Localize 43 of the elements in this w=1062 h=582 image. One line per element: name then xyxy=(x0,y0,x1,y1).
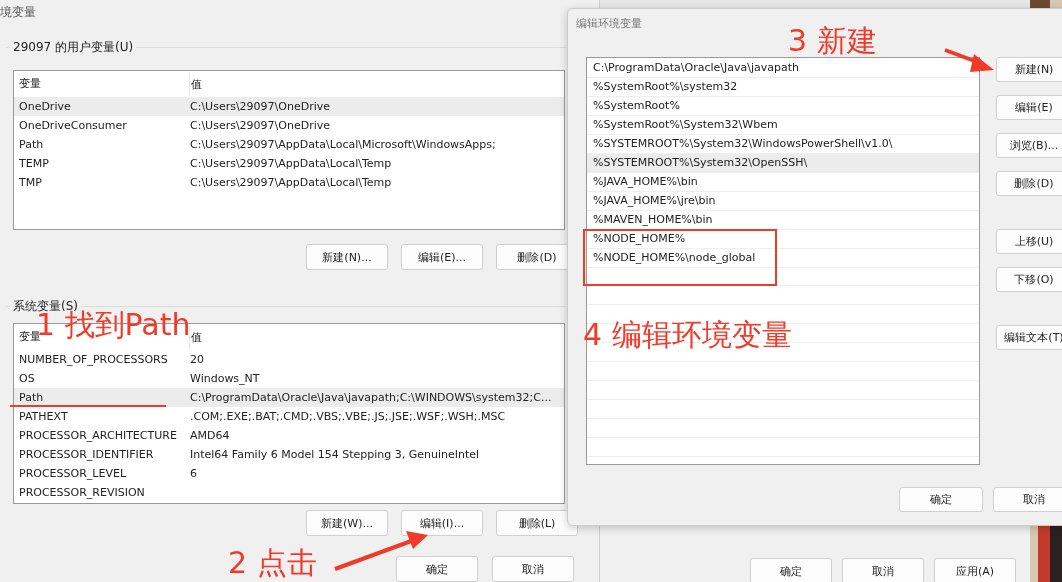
dialog-button[interactable]: 确定 xyxy=(396,556,478,582)
arrow-mark xyxy=(944,48,994,72)
dialog-button[interactable]: 确定 xyxy=(899,487,983,512)
table-row[interactable]: PROCESSOR_IDENTIFIER Intel64 Family 6 Model 154 Stepping 3, GenuineIntel xyxy=(14,445,564,464)
table-row[interactable]: OS Windows_NT xyxy=(14,369,564,388)
dialog-button[interactable]: 编辑(E) xyxy=(996,95,1062,120)
dialog-button[interactable]: 新建(W)... xyxy=(306,510,388,536)
dialog-button[interactable]: 浏览(B)... xyxy=(996,133,1062,158)
column-header: 值 xyxy=(190,329,202,345)
dialog-button[interactable]: 取消 xyxy=(492,556,574,582)
table-row[interactable]: Path C:\Users\29097\AppData\Local\Microsoft\WindowsApps; xyxy=(14,135,564,154)
annotation-text: 4 编辑环境变量 xyxy=(583,320,792,350)
dialog-button[interactable]: 新建(N) xyxy=(996,57,1062,82)
dialog-button[interactable]: 下移(O) xyxy=(996,267,1062,292)
list-item[interactable]: %SYSTEMROOT%\System32\OpenSSH\ xyxy=(587,154,979,173)
table-row[interactable]: TMP C:\Users\29097\AppData\Local\Temp xyxy=(14,173,564,192)
dialog-button[interactable]: 编辑(E)... xyxy=(401,244,483,270)
dialog-button[interactable]: 上移(U) xyxy=(996,229,1062,254)
dialog-button[interactable]: 取消 xyxy=(842,558,924,582)
table-row[interactable]: PROCESSOR_LEVEL 6 xyxy=(14,464,564,483)
table-row[interactable]: OneDrive C:\Users\29097\OneDrive xyxy=(14,97,564,116)
table-row[interactable]: PROCESSOR_ARCHITECTURE AMD64 xyxy=(14,426,564,445)
table-row[interactable]: Path C:\ProgramData\Oracle\Java\javapath;C:\WINDOWS\system32;C... xyxy=(14,388,564,407)
table-row[interactable]: OneDriveConsumer C:\Users\29097\OneDrive xyxy=(14,116,564,135)
dialog-title: 编辑环境变量 xyxy=(576,16,642,31)
window-title: 境变量 xyxy=(0,4,36,21)
dialog-button[interactable]: 新建(N)... xyxy=(306,244,388,270)
dialog-button[interactable]: 取消 xyxy=(992,487,1062,512)
annotation-text: 2 点击 xyxy=(228,548,317,578)
dialog-button[interactable]: 编辑(I)... xyxy=(401,510,483,536)
dialog-button[interactable]: 确定 xyxy=(750,558,832,582)
group-label: 29097 的用户变量(U) xyxy=(10,39,137,56)
column-header: 变量 xyxy=(19,73,190,95)
column-header: 值 xyxy=(190,76,202,92)
dialog-button[interactable]: 编辑文本(T) xyxy=(996,325,1062,350)
table-row[interactable]: TEMP C:\Users\29097\AppData\Local\Temp xyxy=(14,154,564,173)
dialog-button[interactable]: 应用(A) xyxy=(934,558,1016,582)
annotation-text: 3 新建 xyxy=(788,26,877,56)
table-row[interactable]: NUMBER_OF_PROCESSORS 20 xyxy=(14,350,564,369)
table-row[interactable]: PROCESSOR_REVISION xyxy=(14,483,564,502)
table-row[interactable]: PATHEXT .COM;.EXE;.BAT;.CMD;.VBS;.VBE;.JS;.JSE;.WSF;.WSH;.MSC xyxy=(14,407,564,426)
dialog-button[interactable]: 删除(L) xyxy=(496,510,578,536)
dialog-button[interactable]: 删除(D) xyxy=(996,171,1062,196)
